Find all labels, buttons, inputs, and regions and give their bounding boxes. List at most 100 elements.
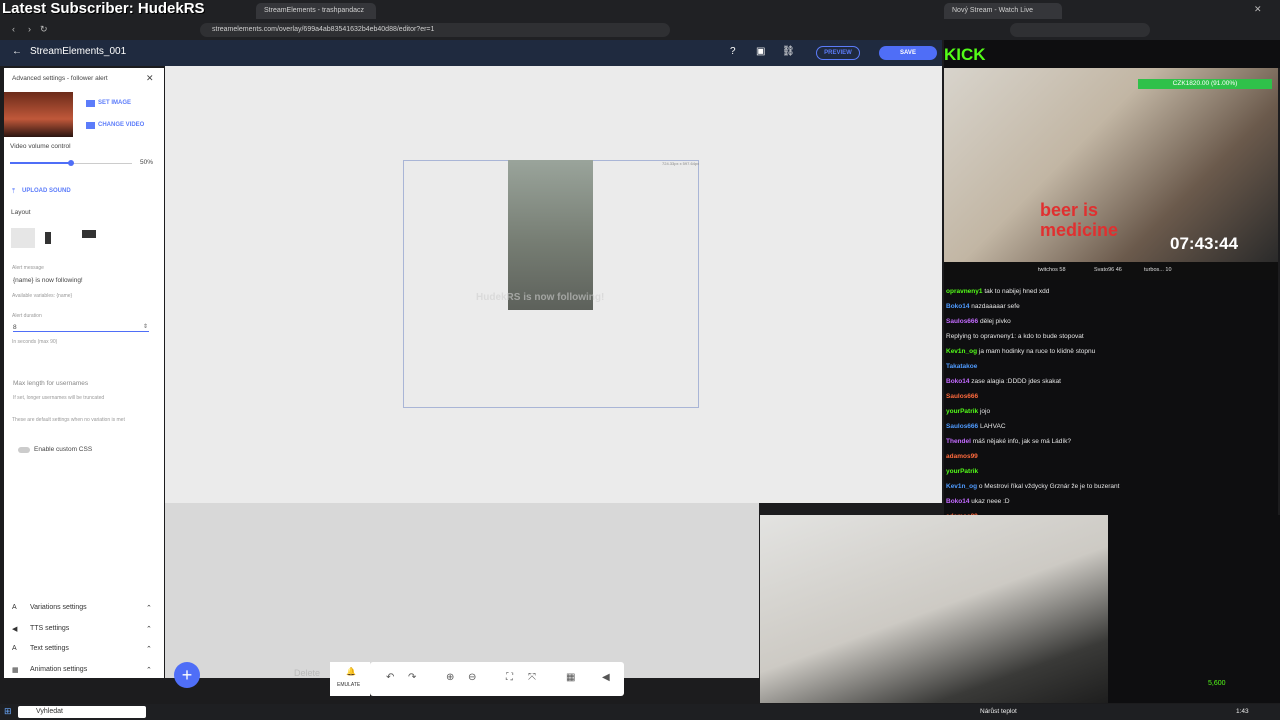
chat-username[interactable]: Takatakoe [946, 363, 977, 370]
available-vars: Available variables: {name} [12, 293, 73, 299]
chat-text: Replying to opravneny1: a kdo to bude st… [946, 333, 1084, 340]
chat-message: Replying to opravneny1: a kdo to bude st… [946, 333, 1084, 340]
chat-username[interactable]: adamos99 [946, 453, 978, 460]
canvas-outside-area [165, 503, 759, 678]
chat-lower-panel [1108, 515, 1280, 703]
chat-username[interactable]: Kev1n_og [946, 483, 977, 490]
forward-icon[interactable]: › [28, 24, 31, 34]
tts-icon: ◀ [12, 626, 18, 633]
address-bar-2[interactable] [1010, 23, 1150, 37]
tab-kick[interactable]: Nový Stream - Watch Live [944, 3, 1062, 19]
preview-button[interactable]: PREVIEW [816, 46, 860, 60]
chat-username[interactable]: opravneny1 [946, 288, 983, 295]
chat-username[interactable]: Thendel [946, 438, 971, 445]
chevron-up-icon[interactable]: ⌃ [146, 625, 152, 633]
chat-message: adamos99 [946, 453, 978, 460]
change-video-button[interactable]: CHANGE VIDEO [98, 122, 144, 128]
layout-option-top[interactable] [11, 228, 35, 248]
chat-text: zase alagia :DDDD jdes skakat [971, 378, 1061, 385]
taskbar [0, 704, 1280, 720]
kick-logo[interactable]: KICK [944, 45, 986, 65]
chevron-up-icon[interactable]: ⌃ [146, 604, 152, 612]
grid-icon[interactable]: ▦ [566, 672, 575, 683]
chevron-up-icon[interactable]: ⌃ [146, 666, 152, 674]
chat-username[interactable]: Saulos666 [946, 393, 978, 400]
video-icon [86, 122, 95, 129]
section-tts[interactable]: TTS settings [30, 625, 69, 632]
chevron-up-icon[interactable]: ⌃ [146, 645, 152, 653]
chat-username[interactable]: Boko14 [946, 498, 969, 505]
section-variations[interactable]: Variations settings [30, 604, 87, 611]
link-icon[interactable]: ⛓ [782, 46, 795, 57]
chat-username[interactable]: yourPatrik [946, 408, 978, 415]
undo-icon[interactable]: ↶ [386, 672, 394, 683]
chat-username[interactable]: Saulos666 [946, 423, 978, 430]
chat-username[interactable]: Boko14 [946, 378, 969, 385]
tab-streamelements[interactable]: StreamElements - trashpandacz [256, 3, 376, 19]
fullscreen-icon[interactable]: ⛶ [506, 672, 513, 683]
section-animation[interactable]: Animation settings [30, 666, 87, 673]
volume-icon[interactable]: ◀ [602, 672, 610, 683]
chat-message: Thendel máš nějaké info, jak se má Ládík… [946, 438, 1071, 445]
chat-username[interactable]: Saulos666 [946, 318, 978, 325]
chat-message: opravneny1 tak to nabijej hned xdd [946, 288, 1049, 295]
chat-message: Boko14 zase alagia :DDDD jdes skakat [946, 378, 1061, 385]
max-length-label[interactable]: Max length for usernames [13, 380, 88, 387]
close-icon[interactable]: ✕ [146, 73, 154, 84]
volume-slider-handle[interactable] [68, 160, 74, 166]
chat-text: dělej pivko [979, 318, 1011, 325]
layout-option-side[interactable] [45, 232, 67, 244]
taskbar-search[interactable]: Vyhledat [18, 706, 146, 718]
fit-icon[interactable]: ⤧ [528, 672, 536, 683]
stream-timer: 07:43:44 [1170, 234, 1239, 253]
set-image-button[interactable]: SET IMAGE [98, 100, 131, 106]
chat-message: Boko14 ukaz neee :D [946, 498, 1010, 505]
chat-username[interactable]: yourPatrik [946, 468, 978, 475]
layout-label: Layout [11, 209, 31, 216]
tab-label: Nový Stream - Watch Live [952, 7, 1034, 14]
animation-icon: ▦ [12, 667, 19, 674]
chat-username[interactable]: Boko14 [946, 303, 969, 310]
zoom-out-icon[interactable]: ⊖ [468, 672, 476, 683]
editor-header [0, 40, 942, 66]
frame-size-label: 724.33px x 597.64px [662, 161, 700, 166]
layout-option-overlay[interactable] [82, 230, 96, 246]
alert-text-ghost: HudekRS is now following! [476, 292, 605, 303]
chat-message: yourPatrik jojo [946, 408, 990, 415]
alert-message-label: Alert message [12, 265, 44, 271]
custom-css-toggle[interactable] [18, 447, 30, 453]
reload-icon[interactable]: ↻ [40, 24, 48, 35]
close-window-icon[interactable]: ✕ [1254, 4, 1262, 15]
stepper-icon[interactable]: ⇕ [143, 323, 148, 330]
upload-sound-button[interactable]: UPLOAD SOUND [22, 188, 71, 194]
redo-icon[interactable]: ↷ [408, 672, 416, 683]
back-icon[interactable]: ‹ [12, 24, 15, 34]
back-arrow-icon[interactable]: ← [12, 46, 22, 57]
save-button[interactable]: SAVE [879, 46, 937, 60]
clock: 1:43 [1236, 708, 1249, 715]
chat-panel [944, 280, 1278, 515]
supporter: turbos... 10 [1144, 267, 1172, 273]
alert-duration-input[interactable]: 8 [13, 324, 149, 332]
latest-subscriber-overlay: Latest Subscriber: HudekRS [2, 0, 205, 17]
chat-text: o Mestrovi říkal vždycky Grznár že je to… [978, 483, 1120, 490]
chat-message: Boko14 nazdaaaaar sefe [946, 303, 1020, 310]
windows-icon[interactable]: ⊞ [4, 706, 12, 717]
volume-slider-fill [10, 162, 71, 164]
zoom-in-icon[interactable]: ⊕ [446, 672, 454, 683]
add-widget-button[interactable]: + [174, 662, 200, 688]
alert-message-input[interactable]: {name} is now following! [13, 277, 83, 284]
kick-header [944, 40, 1280, 68]
chat-text: máš nějaké info, jak se má Ládík? [972, 438, 1072, 445]
chat-username[interactable]: Kev1n_og [946, 348, 977, 355]
bell-icon: 🔔 [346, 667, 356, 676]
upload-icon: ⤒ [12, 188, 16, 195]
delete-ghost: Delete [294, 668, 321, 678]
address-bar[interactable]: streamelements.com/overlay/699a4ab835416… [200, 23, 670, 37]
help-icon[interactable]: ? [730, 46, 736, 57]
alert-image-thumbnail[interactable] [4, 92, 73, 137]
screen-icon[interactable]: ▣ [756, 46, 765, 57]
chat-message: Kev1n_og ja mam hodinky na ruce to klidn… [946, 348, 1095, 355]
panel-title: Advanced settings - follower alert [12, 75, 108, 82]
section-text[interactable]: Text settings [30, 645, 69, 652]
